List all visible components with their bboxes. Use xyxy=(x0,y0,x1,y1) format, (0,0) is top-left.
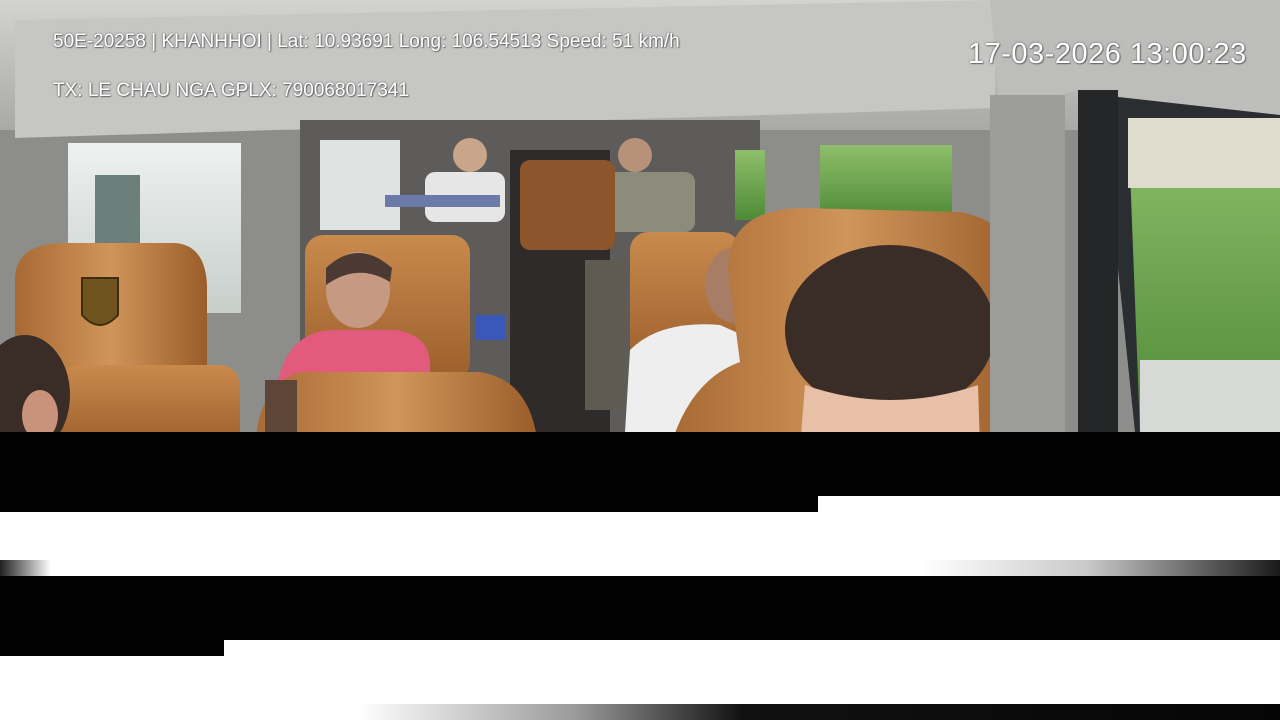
corrupted-band-gradient-2 xyxy=(0,704,1280,720)
corrupted-band-white-3 xyxy=(0,656,224,704)
passenger-rear-right-head xyxy=(618,138,652,172)
driver-info-overlay: TX: LE CHAU NGA GPLX: 790068017341 xyxy=(53,80,409,101)
rear-left-window xyxy=(320,140,400,230)
corrupted-band-black-tail xyxy=(0,640,224,656)
door-window-sky xyxy=(1128,118,1280,188)
seat-handle xyxy=(385,195,500,207)
corrupted-band-notch xyxy=(818,496,1280,512)
corrupted-band-black-2 xyxy=(0,576,1280,640)
corrupted-band-gradient xyxy=(0,560,1280,576)
left-window-outside xyxy=(95,175,140,245)
passenger-rear-right-body xyxy=(605,172,695,232)
door-pillar xyxy=(1078,90,1118,448)
dashcam-frame: 50E-20258 | KHANHHOI | Lat: 10.93691 Lon… xyxy=(0,0,1280,448)
corrupted-band-white xyxy=(0,512,1280,560)
seat-emblem xyxy=(81,277,119,326)
rear-right-window xyxy=(735,150,765,220)
door-window-road xyxy=(1140,360,1280,432)
rear-seat xyxy=(520,160,615,250)
passenger-rear-left-head xyxy=(453,138,487,172)
timestamp-overlay: 17-03-2026 13:00:23 xyxy=(968,38,1247,70)
corrupted-band-white-2 xyxy=(224,640,1280,704)
seatbelt-buckle xyxy=(475,315,505,340)
right-window xyxy=(820,145,952,220)
b-pillar xyxy=(990,95,1065,448)
vehicle-info-overlay: 50E-20258 | KHANHHOI | Lat: 10.93691 Lon… xyxy=(53,31,680,52)
passenger-standing-back xyxy=(585,260,625,410)
